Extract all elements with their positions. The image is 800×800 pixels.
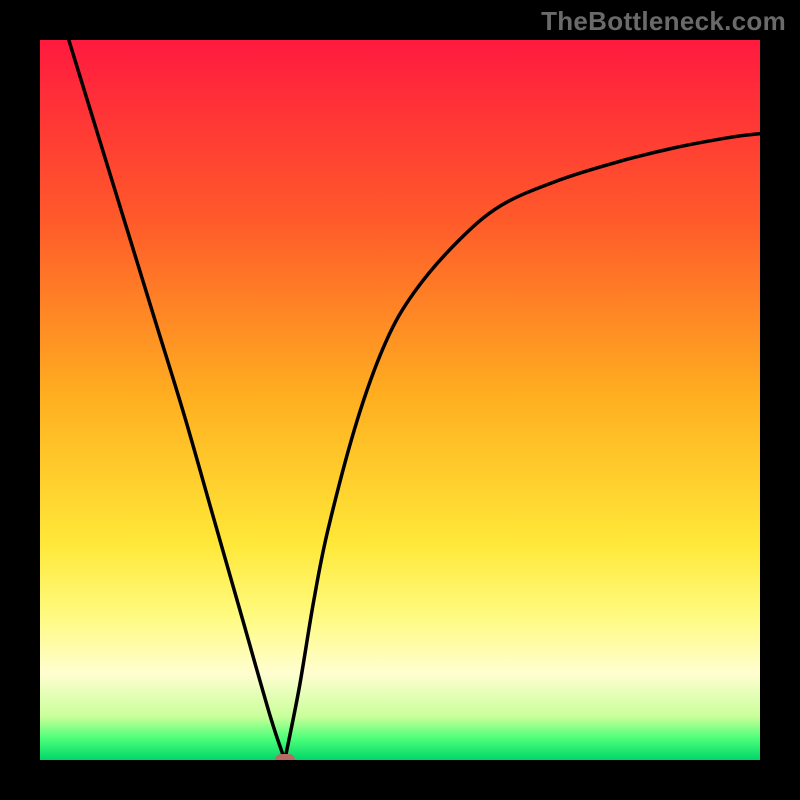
- curve-right-branch: [285, 134, 760, 760]
- curve-left-branch: [69, 40, 285, 760]
- curve-layer: [40, 40, 760, 760]
- minimum-marker: [275, 754, 295, 760]
- chart-container: TheBottleneck.com: [0, 0, 800, 800]
- plot-area: [40, 40, 760, 760]
- watermark-text: TheBottleneck.com: [541, 6, 786, 37]
